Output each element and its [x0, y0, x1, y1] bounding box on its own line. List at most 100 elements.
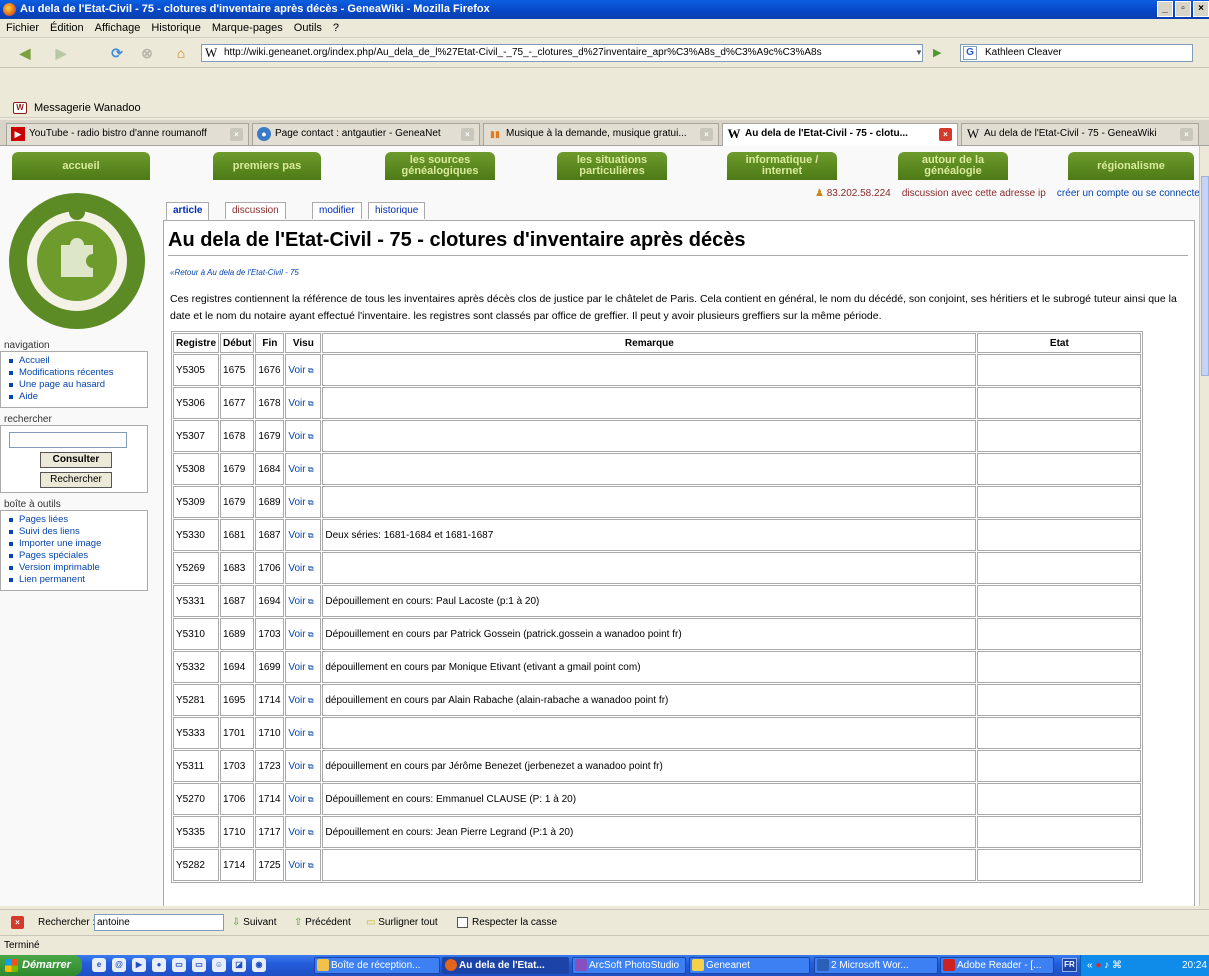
tray-antivirus-icon[interactable]: ●: [1095, 960, 1101, 971]
voir-link[interactable]: Voir: [288, 761, 305, 772]
sidebar-item-suivi[interactable]: Suivi des liens: [9, 526, 143, 538]
tray-expand-icon[interactable]: «: [1087, 960, 1093, 971]
close-tab-icon[interactable]: ×: [461, 128, 474, 141]
reload-icon[interactable]: ⟳: [106, 43, 128, 63]
back-link[interactable]: «Retour à Au dela de l'Etat-Civil - 75: [170, 268, 299, 277]
forward-arrow-icon[interactable]: ▶: [50, 43, 72, 63]
quicklaunch-media-icon[interactable]: ▶: [132, 958, 146, 972]
voir-link[interactable]: Voir: [288, 860, 305, 871]
task-boite-reception[interactable]: Boîte de réception...: [314, 957, 440, 974]
task-arcsoft[interactable]: ArcSoft PhotoStudio: [572, 957, 686, 974]
menu-historique[interactable]: Historique: [151, 22, 201, 34]
voir-link[interactable]: Voir: [288, 728, 305, 739]
task-word[interactable]: 2 Microsoft Wor...: [814, 957, 938, 974]
login-link[interactable]: créer un compte ou se connecter: [1057, 188, 1199, 199]
checkbox-box[interactable]: [457, 916, 468, 928]
tab-article[interactable]: article: [166, 202, 210, 220]
voir-link[interactable]: Voir: [288, 365, 305, 376]
tab-youtube[interactable]: ▶ YouTube - radio bistro d'anne roumanof…: [6, 123, 249, 145]
menu-affichage[interactable]: Affichage: [95, 22, 141, 34]
tab-discussion[interactable]: discussion: [225, 202, 286, 219]
voir-link[interactable]: Voir: [288, 596, 305, 607]
site-nav-accueil[interactable]: accueil: [12, 152, 150, 180]
voir-link[interactable]: Voir: [288, 431, 305, 442]
voir-link[interactable]: Voir: [288, 662, 305, 673]
quicklaunch-messenger-icon[interactable]: ☺: [212, 958, 226, 972]
sidebar-item-imprimable[interactable]: Version imprimable: [9, 562, 143, 574]
sidebar-item-speciales[interactable]: Pages spéciales: [9, 550, 143, 562]
find-input[interactable]: [94, 914, 224, 931]
quicklaunch-photo-icon[interactable]: ◪: [232, 958, 246, 972]
menu-help[interactable]: ?: [333, 22, 339, 34]
sidebar-item-importer[interactable]: Importer une image: [9, 538, 143, 550]
quicklaunch-window-icon[interactable]: ▭: [192, 958, 206, 972]
sidebar-item-permanent[interactable]: Lien permanent: [9, 574, 143, 586]
quicklaunch-desktop-icon[interactable]: ▭: [172, 958, 186, 972]
tray-network-icon[interactable]: ⌘: [1112, 960, 1122, 971]
sidebar-item-aide[interactable]: Aide: [9, 391, 143, 403]
site-nav-situations[interactable]: les situations particulières: [557, 152, 667, 180]
tray-volume-icon[interactable]: ♪: [1104, 960, 1109, 971]
menu-marque-pages[interactable]: Marque-pages: [212, 22, 283, 34]
voir-link[interactable]: Voir: [288, 563, 305, 574]
search-field[interactable]: G Kathleen Cleaver: [960, 44, 1193, 62]
menu-outils[interactable]: Outils: [294, 22, 322, 34]
url-dropdown-icon[interactable]: ▼: [912, 45, 926, 61]
voir-link[interactable]: Voir: [288, 629, 305, 640]
ip-discussion-link[interactable]: discussion avec cette adresse ip: [902, 188, 1046, 199]
home-icon[interactable]: ⌂: [170, 43, 192, 63]
quicklaunch-player-icon[interactable]: ◉: [252, 958, 266, 972]
close-tab-icon[interactable]: ×: [230, 128, 243, 141]
vertical-scrollbar[interactable]: [1199, 146, 1209, 906]
ip-link[interactable]: 83.202.58.224: [827, 188, 891, 199]
match-case-checkbox[interactable]: Respecter la casse: [457, 910, 557, 936]
google-engine-icon[interactable]: G: [963, 46, 977, 60]
task-firefox[interactable]: Au dela de l'Etat...: [442, 957, 569, 974]
site-nav-premiers-pas[interactable]: premiers pas: [213, 152, 321, 180]
back-arrow-icon[interactable]: ◀: [14, 43, 36, 63]
maximize-button[interactable]: ▫: [1175, 1, 1191, 17]
task-adobe-reader[interactable]: Adobe Reader - [...: [940, 957, 1054, 974]
tab-geneawiki[interactable]: W Au dela de l'Etat-Civil - 75 - GeneaWi…: [961, 123, 1199, 145]
bookmark-messagerie[interactable]: Messagerie Wanadoo: [34, 102, 141, 114]
sidebar-item-accueil[interactable]: Accueil: [9, 355, 143, 367]
site-nav-informatique[interactable]: informatique / internet: [727, 152, 837, 180]
tab-historique[interactable]: historique: [368, 202, 426, 219]
sidebar-item-hasard[interactable]: Une page au hasard: [9, 379, 143, 391]
site-nav-sources[interactable]: les sources généalogiques: [385, 152, 495, 180]
search-button[interactable]: Rechercher: [40, 472, 112, 488]
consult-button[interactable]: Consulter: [40, 452, 112, 468]
menu-fichier[interactable]: Fichier: [6, 22, 39, 34]
geneawiki-logo[interactable]: [6, 190, 148, 332]
url-field[interactable]: W http://wiki.geneanet.org/index.php/Au_…: [201, 44, 923, 62]
voir-link[interactable]: Voir: [288, 827, 305, 838]
minimize-button[interactable]: _: [1157, 1, 1173, 17]
tab-musique[interactable]: ▮▮ Musique à la demande, musique gratui.…: [483, 123, 719, 145]
tab-modifier[interactable]: modifier: [312, 202, 362, 219]
quicklaunch-ie-icon[interactable]: e: [92, 958, 106, 972]
site-nav-autour[interactable]: autour de la généalogie: [898, 152, 1008, 180]
language-indicator[interactable]: FR: [1062, 958, 1077, 972]
close-tab-icon[interactable]: ×: [939, 128, 952, 141]
close-findbar-icon[interactable]: ×: [11, 916, 24, 929]
voir-link[interactable]: Voir: [288, 794, 305, 805]
voir-link[interactable]: Voir: [288, 464, 305, 475]
close-tab-icon[interactable]: ×: [1180, 128, 1193, 141]
stop-icon[interactable]: ⊗: [136, 43, 158, 63]
find-next-button[interactable]: ⇩ Suivant: [232, 910, 277, 936]
menu-edition[interactable]: Édition: [50, 22, 84, 34]
find-prev-button[interactable]: ⇧ Précédent: [294, 910, 351, 936]
wiki-search-input[interactable]: [9, 432, 127, 448]
close-window-button[interactable]: ×: [1193, 1, 1209, 17]
close-tab-icon[interactable]: ×: [700, 128, 713, 141]
voir-link[interactable]: Voir: [288, 398, 305, 409]
tab-geneanet-contact[interactable]: ● Page contact : antgautier - GeneaNet ×: [252, 123, 480, 145]
scroll-thumb[interactable]: [1201, 176, 1209, 376]
site-nav-regionalisme[interactable]: régionalisme: [1068, 152, 1194, 180]
quicklaunch-firefox-icon[interactable]: ●: [152, 958, 166, 972]
voir-link[interactable]: Voir: [288, 695, 305, 706]
voir-link[interactable]: Voir: [288, 497, 305, 508]
start-button[interactable]: Démarrer: [0, 955, 82, 976]
tab-clotures-active[interactable]: W Au dela de l'Etat-Civil - 75 - clotu..…: [722, 123, 958, 146]
quicklaunch-outlook-icon[interactable]: @: [112, 958, 126, 972]
